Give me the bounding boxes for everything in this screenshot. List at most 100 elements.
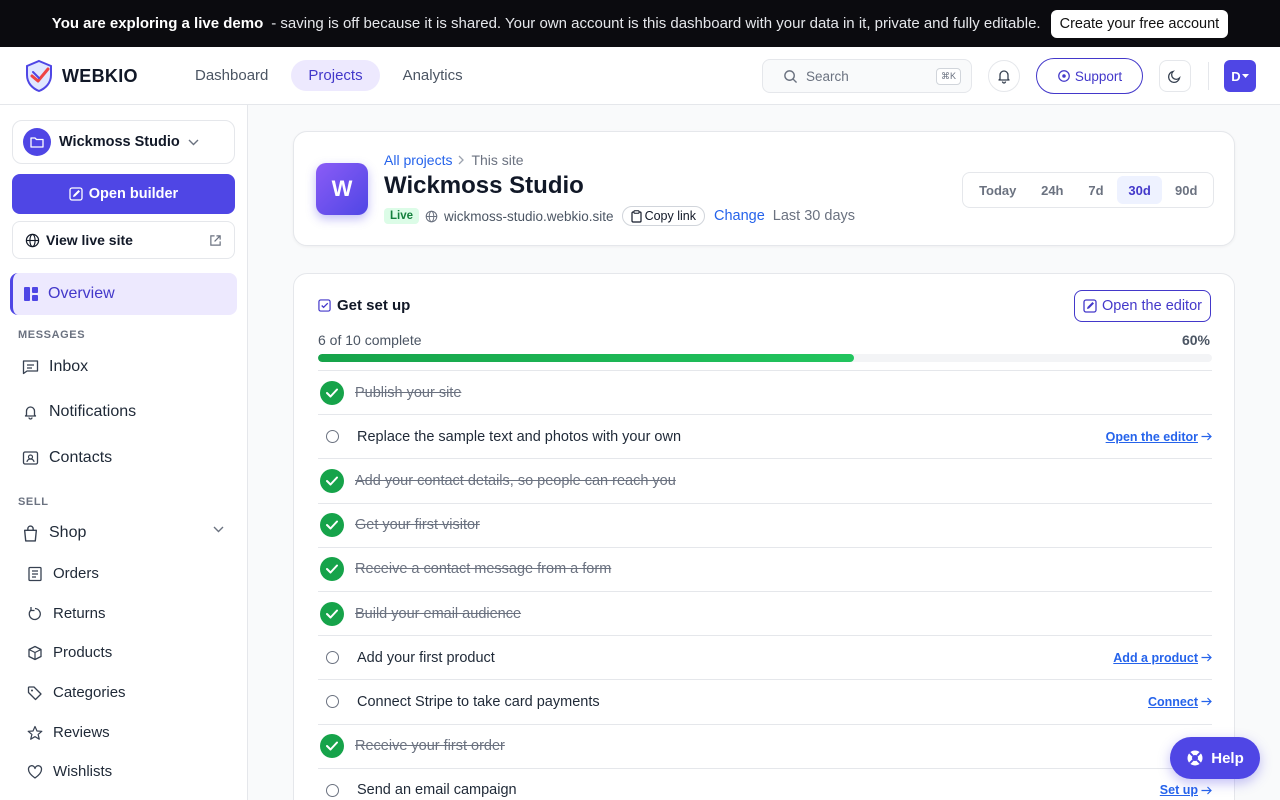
check-circle-icon (320, 734, 344, 759)
tag-icon (27, 685, 43, 701)
sidebar-item-overview[interactable]: Overview (10, 273, 237, 315)
range-90d[interactable]: 90d (1162, 176, 1210, 204)
task-action-link[interactable]: Open the editor (1106, 430, 1212, 444)
tab-dashboard[interactable]: Dashboard (178, 60, 285, 91)
chat-icon (1057, 69, 1071, 83)
empty-circle-icon[interactable] (326, 783, 339, 797)
sidebar-item-orders[interactable]: Orders (27, 565, 99, 582)
arrow-right-icon (1201, 432, 1212, 441)
sidebar-item-label: Overview (48, 285, 115, 302)
view-live-site-button[interactable]: View live site (12, 221, 235, 259)
task-action-label: Connect (1148, 694, 1198, 709)
tab-analytics[interactable]: Analytics (386, 60, 480, 91)
empty-circle-icon[interactable] (326, 430, 339, 444)
message-icon (22, 359, 39, 375)
edit-icon (1083, 299, 1097, 313)
arrow-right-icon (1201, 653, 1212, 662)
notifications-button[interactable] (988, 60, 1020, 92)
page-title: Wickmoss Studio (384, 172, 584, 199)
empty-circle-icon[interactable] (326, 651, 339, 665)
tab-projects[interactable]: Projects (291, 60, 380, 91)
task-label: Add your contact details, so people can … (355, 472, 676, 489)
chevron-down-icon[interactable] (213, 526, 224, 533)
sidebar-item-shop[interactable]: Shop (22, 524, 86, 542)
task-label: Receive your first order (355, 738, 505, 755)
search-icon (783, 69, 798, 84)
sidebar-item-label: Notifications (49, 403, 137, 420)
task-action-label: Add a product (1113, 650, 1198, 665)
logo[interactable]: WEBKIO (24, 59, 138, 93)
site-domain[interactable]: wickmoss-studio.webkio.site (444, 209, 614, 224)
setup-title-text: Get set up (337, 297, 411, 314)
task-label: Receive a contact message from a form (355, 561, 612, 578)
task-item: Publish your site (318, 370, 1212, 414)
sidebar-item-categories[interactable]: Categories (27, 684, 126, 701)
arrow-right-icon (1201, 786, 1212, 795)
check-circle-icon (320, 557, 344, 582)
sidebar-item-reviews[interactable]: Reviews (27, 724, 110, 741)
range-24h[interactable]: 24h (1029, 176, 1075, 204)
messages-section-title: MESSAGES (18, 329, 86, 341)
sidebar-item-inbox[interactable]: Inbox (22, 358, 88, 376)
task-item: Connect Stripe to take card payments Conn… (318, 679, 1212, 723)
range-7d[interactable]: 7d (1075, 176, 1117, 204)
empty-circle-icon[interactable] (326, 695, 339, 709)
banner-text: - saving is off because it is shared. Yo… (271, 15, 1041, 32)
support-button[interactable]: Support (1036, 58, 1143, 94)
task-label: Publish your site (355, 384, 462, 401)
return-arrow-icon (27, 606, 43, 622)
task-item: Build your email audience (318, 591, 1212, 635)
theme-toggle-button[interactable] (1159, 60, 1191, 92)
sidebar-item-returns[interactable]: Returns (27, 605, 106, 622)
sidebar-item-label: Reviews (53, 724, 110, 741)
sidebar-item-label: Products (53, 644, 113, 661)
create-account-button[interactable]: Create your free account (1050, 9, 1229, 38)
change-range-link[interactable]: Change (714, 208, 765, 224)
avatar-initial: D (1231, 68, 1241, 84)
breadcrumb-all-projects[interactable]: All projects (384, 152, 452, 168)
sidebar-item-notifications[interactable]: Notifications (22, 403, 136, 421)
sidebar-item-wishlists[interactable]: Wishlists (27, 763, 112, 780)
task-label: Build your email audience (355, 605, 522, 622)
task-action-link[interactable]: Set up (1160, 783, 1212, 797)
copy-link-button[interactable]: Copy link (621, 206, 705, 226)
progress-percent: 60% (1181, 332, 1210, 348)
search-input[interactable]: Search ⌘K (762, 59, 972, 93)
help-label: Help (1211, 749, 1244, 767)
status-badge: Live (384, 208, 420, 224)
help-button[interactable]: Help (1170, 737, 1260, 779)
chevron-right-icon (458, 155, 465, 165)
progress-bar (318, 354, 1212, 362)
sidebar-item-label: Returns (53, 605, 106, 622)
check-circle-icon (320, 513, 344, 538)
check-circle-icon (320, 468, 344, 493)
chevron-down-icon (188, 139, 199, 146)
task-item: Send an email campaign Set up (318, 767, 1212, 800)
contact-card-icon (22, 450, 39, 466)
box-icon (27, 645, 43, 661)
setup-checklist-card: Get set up Open the editor 6 of 10 compl… (293, 273, 1235, 800)
sell-section-title: SELL (18, 496, 49, 508)
sidebar-item-label: Contacts (49, 449, 113, 466)
task-label: Connect Stripe to take card payments (357, 693, 600, 710)
bell-icon (996, 68, 1012, 84)
open-editor-button[interactable]: Open the editor (1074, 290, 1211, 322)
edit-icon (69, 187, 83, 201)
breadcrumb-current: This site (471, 152, 524, 168)
task-label: Get your first visitor (355, 517, 480, 534)
checkbox-icon (318, 299, 331, 312)
sidebar-item-contacts[interactable]: Contacts (22, 449, 112, 467)
sidebar-item-label: Orders (53, 565, 99, 582)
banner-title: You are exploring a live demo (51, 15, 264, 32)
sidebar-item-products[interactable]: Products (27, 644, 112, 661)
range-today[interactable]: Today (966, 176, 1029, 204)
range-30d[interactable]: 30d (1116, 176, 1163, 204)
task-action-link[interactable]: Add a product (1113, 651, 1212, 665)
open-builder-button[interactable]: Open builder (12, 174, 235, 214)
avatar[interactable]: D (1224, 60, 1256, 92)
task-action-link[interactable]: Connect (1148, 695, 1212, 709)
check-circle-icon (320, 601, 344, 626)
sidebar: Wickmoss Studio Open builder View live s… (0, 105, 248, 800)
check-circle-icon (320, 380, 344, 405)
project-selector[interactable]: Wickmoss Studio (12, 120, 235, 164)
